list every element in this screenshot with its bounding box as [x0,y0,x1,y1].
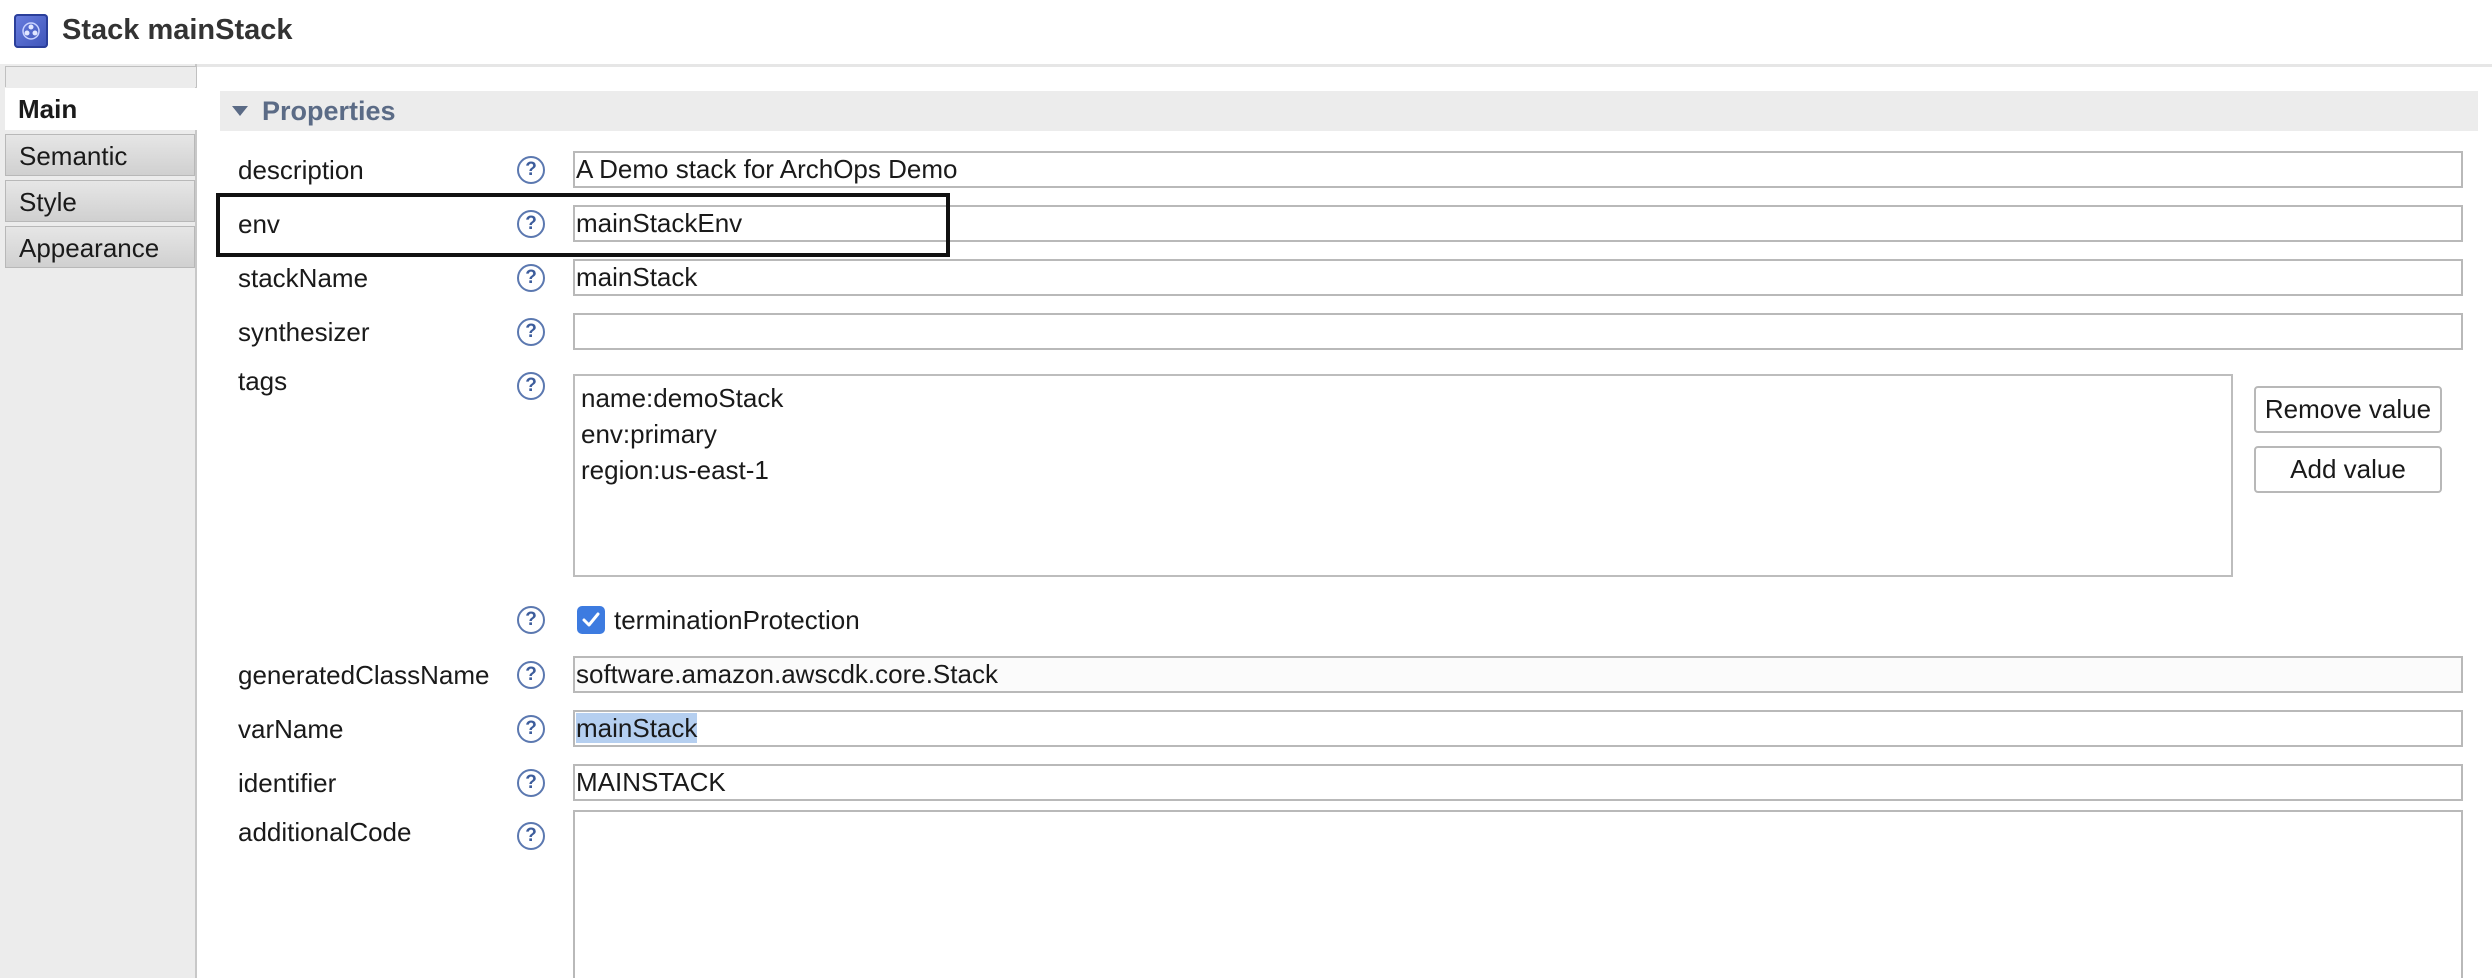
selected-text: mainStack [576,713,698,743]
list-item[interactable]: region:us-east-1 [581,452,2225,488]
window-title: Stack mainStack [62,14,293,46]
description-field[interactable] [573,151,2463,188]
tab-appearance[interactable]: Appearance [5,226,195,268]
identifier-field[interactable] [573,764,2463,801]
synthesizer-label: synthesizer [238,317,370,347]
tab-style[interactable]: Style [5,180,195,222]
additionalcode-label: additionalCode [238,817,412,847]
env-field[interactable] [573,205,2463,242]
description-label: description [238,155,364,185]
list-item[interactable]: name:demoStack [581,380,2225,416]
stackname-field[interactable] [573,259,2463,296]
help-icon[interactable]: ? [517,318,545,346]
generatedclassname-field[interactable] [573,656,2463,693]
help-icon[interactable]: ? [517,822,545,850]
additionalcode-textarea[interactable] [573,810,2463,978]
tab-main[interactable]: Main [5,88,197,130]
varname-field[interactable]: mainStack [573,710,2463,747]
checkmark-icon [582,612,600,627]
tags-list[interactable]: name:demoStack env:primary region:us-eas… [573,374,2233,577]
env-label: env [238,209,280,239]
synthesizer-field[interactable] [573,313,2463,350]
list-item[interactable]: env:primary [581,416,2225,452]
identifier-label: identifier [238,768,337,798]
properties-section-header[interactable]: Properties [220,91,2478,131]
tab-strip-edge [5,66,197,87]
add-value-button[interactable]: Add value [2254,446,2442,493]
help-icon[interactable]: ? [517,769,545,797]
generatedclassname-label: generatedClassName [238,660,490,690]
help-icon[interactable]: ? [517,156,545,184]
stack-app-icon [14,14,48,48]
termination-protection-checkbox[interactable] [577,606,605,634]
varname-label: varName [238,714,344,744]
tab-semantic[interactable]: Semantic [5,134,195,176]
section-title: Properties [262,96,396,126]
help-icon[interactable]: ? [517,715,545,743]
remove-value-button[interactable]: Remove value [2254,386,2442,433]
title-bar: Stack mainStack [0,0,2492,67]
help-icon[interactable]: ? [517,661,545,689]
tags-label: tags [238,366,288,396]
stackname-label: stackName [238,263,369,293]
help-icon[interactable]: ? [517,372,545,400]
collapse-triangle-icon[interactable] [232,106,248,116]
help-icon[interactable]: ? [517,210,545,238]
termination-protection-label[interactable]: terminationProtection [614,605,860,636]
help-icon[interactable]: ? [517,264,545,292]
help-icon[interactable]: ? [517,606,545,634]
